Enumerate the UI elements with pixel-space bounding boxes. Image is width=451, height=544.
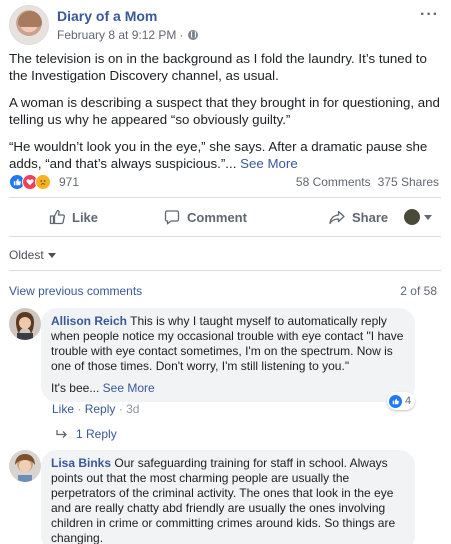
- comment-bubble: Lisa Binks Our safeguarding training for…: [41, 450, 415, 544]
- viewer-avatar: [404, 209, 420, 225]
- post-body: The television is on in the background a…: [9, 50, 441, 182]
- sort-label: Oldest: [9, 248, 44, 262]
- see-more-link[interactable]: See More: [240, 156, 298, 171]
- like-button[interactable]: Like: [49, 201, 98, 233]
- divider: [9, 270, 441, 271]
- post-author[interactable]: Diary of a Mom: [57, 8, 157, 24]
- reaction-count[interactable]: 971: [59, 175, 79, 189]
- divider: [9, 236, 441, 237]
- post-actions: Like Comment Share: [9, 201, 441, 233]
- commenter-avatar[interactable]: [9, 450, 41, 482]
- comment-body: Lisa Binks Our safeguarding training for…: [51, 456, 405, 544]
- globe-icon: [188, 30, 199, 40]
- thumbs-up-icon: [49, 209, 65, 225]
- more-options-icon[interactable]: ···: [420, 6, 439, 24]
- commenter-name[interactable]: Lisa Binks: [51, 456, 111, 470]
- comment-item: Lisa Binks Our safeguarding training for…: [9, 450, 441, 544]
- post-as-selector[interactable]: [404, 201, 432, 233]
- comment-truncated-text: It's bee...: [51, 381, 100, 395]
- post-last-paragraph: “He wouldn’t look you in the eye,” she s…: [9, 139, 428, 171]
- comment-actions: Like · Reply · 3d: [52, 402, 139, 416]
- comment-reaction-badge[interactable]: 4: [387, 392, 416, 410]
- view-replies-link[interactable]: 1 Reply: [56, 427, 117, 441]
- comment-item: Allison Reich This is why I taught mysel…: [9, 308, 441, 418]
- post-paragraph: The television is on in the background a…: [9, 51, 427, 83]
- reaction-icons[interactable]: [9, 174, 51, 190]
- post-meta: February 8 at 9:12 PM ·: [57, 28, 199, 42]
- see-more-link[interactable]: See More: [103, 381, 155, 395]
- like-label: Like: [72, 209, 99, 225]
- separator-dot: ·: [118, 402, 123, 416]
- comment-reply-link[interactable]: Reply: [85, 402, 116, 416]
- comment-label: Comment: [187, 209, 247, 225]
- meta-separator: ·: [179, 28, 184, 42]
- commenter-avatar[interactable]: [9, 308, 41, 340]
- commenter-name[interactable]: Allison Reich: [51, 314, 127, 328]
- like-icon: [389, 394, 402, 408]
- replies-count: 1 Reply: [76, 427, 117, 441]
- comment-icon: [164, 210, 180, 225]
- reply-arrow-icon: [56, 430, 67, 438]
- chevron-down-icon: [424, 214, 432, 220]
- reactions-bar: 971 58 Comments 375 Shares: [9, 173, 441, 191]
- sad-icon: [35, 174, 51, 190]
- chevron-down-icon: [47, 252, 56, 258]
- author-avatar[interactable]: [9, 5, 49, 45]
- post-paragraph: A woman is describing a suspect that the…: [9, 95, 440, 127]
- engagement-counts: 58 Comments 375 Shares: [296, 175, 439, 189]
- share-button[interactable]: Share: [329, 201, 388, 233]
- shares-count[interactable]: 375 Shares: [378, 175, 439, 189]
- comment-sort-dropdown[interactable]: Oldest: [9, 248, 56, 262]
- share-label: Share: [352, 209, 389, 225]
- comment-time[interactable]: 3d: [126, 402, 139, 416]
- comment-body: Allison Reich This is why I taught mysel…: [51, 314, 405, 374]
- share-arrow-icon: [329, 210, 345, 225]
- comment-like-link[interactable]: Like: [52, 402, 74, 416]
- comment-truncated-row: It's bee... See More: [51, 381, 405, 396]
- comment-button[interactable]: Comment: [164, 201, 247, 233]
- post-header: Diary of a Mom February 8 at 9:12 PM · ·…: [9, 4, 443, 45]
- comments-pagination-count: 2 of 58: [400, 284, 437, 298]
- separator-dot: ·: [77, 402, 82, 416]
- post-timestamp[interactable]: February 8 at 9:12 PM: [57, 28, 176, 42]
- comment-reaction-count: 4: [405, 395, 412, 407]
- comment-bubble: Allison Reich This is why I taught mysel…: [41, 308, 415, 402]
- view-previous-comments-link[interactable]: View previous comments: [9, 284, 142, 298]
- divider: [9, 197, 441, 198]
- post-paragraph: “He wouldn’t look you in the eye,” she s…: [9, 138, 441, 172]
- comments-count[interactable]: 58 Comments: [296, 175, 371, 189]
